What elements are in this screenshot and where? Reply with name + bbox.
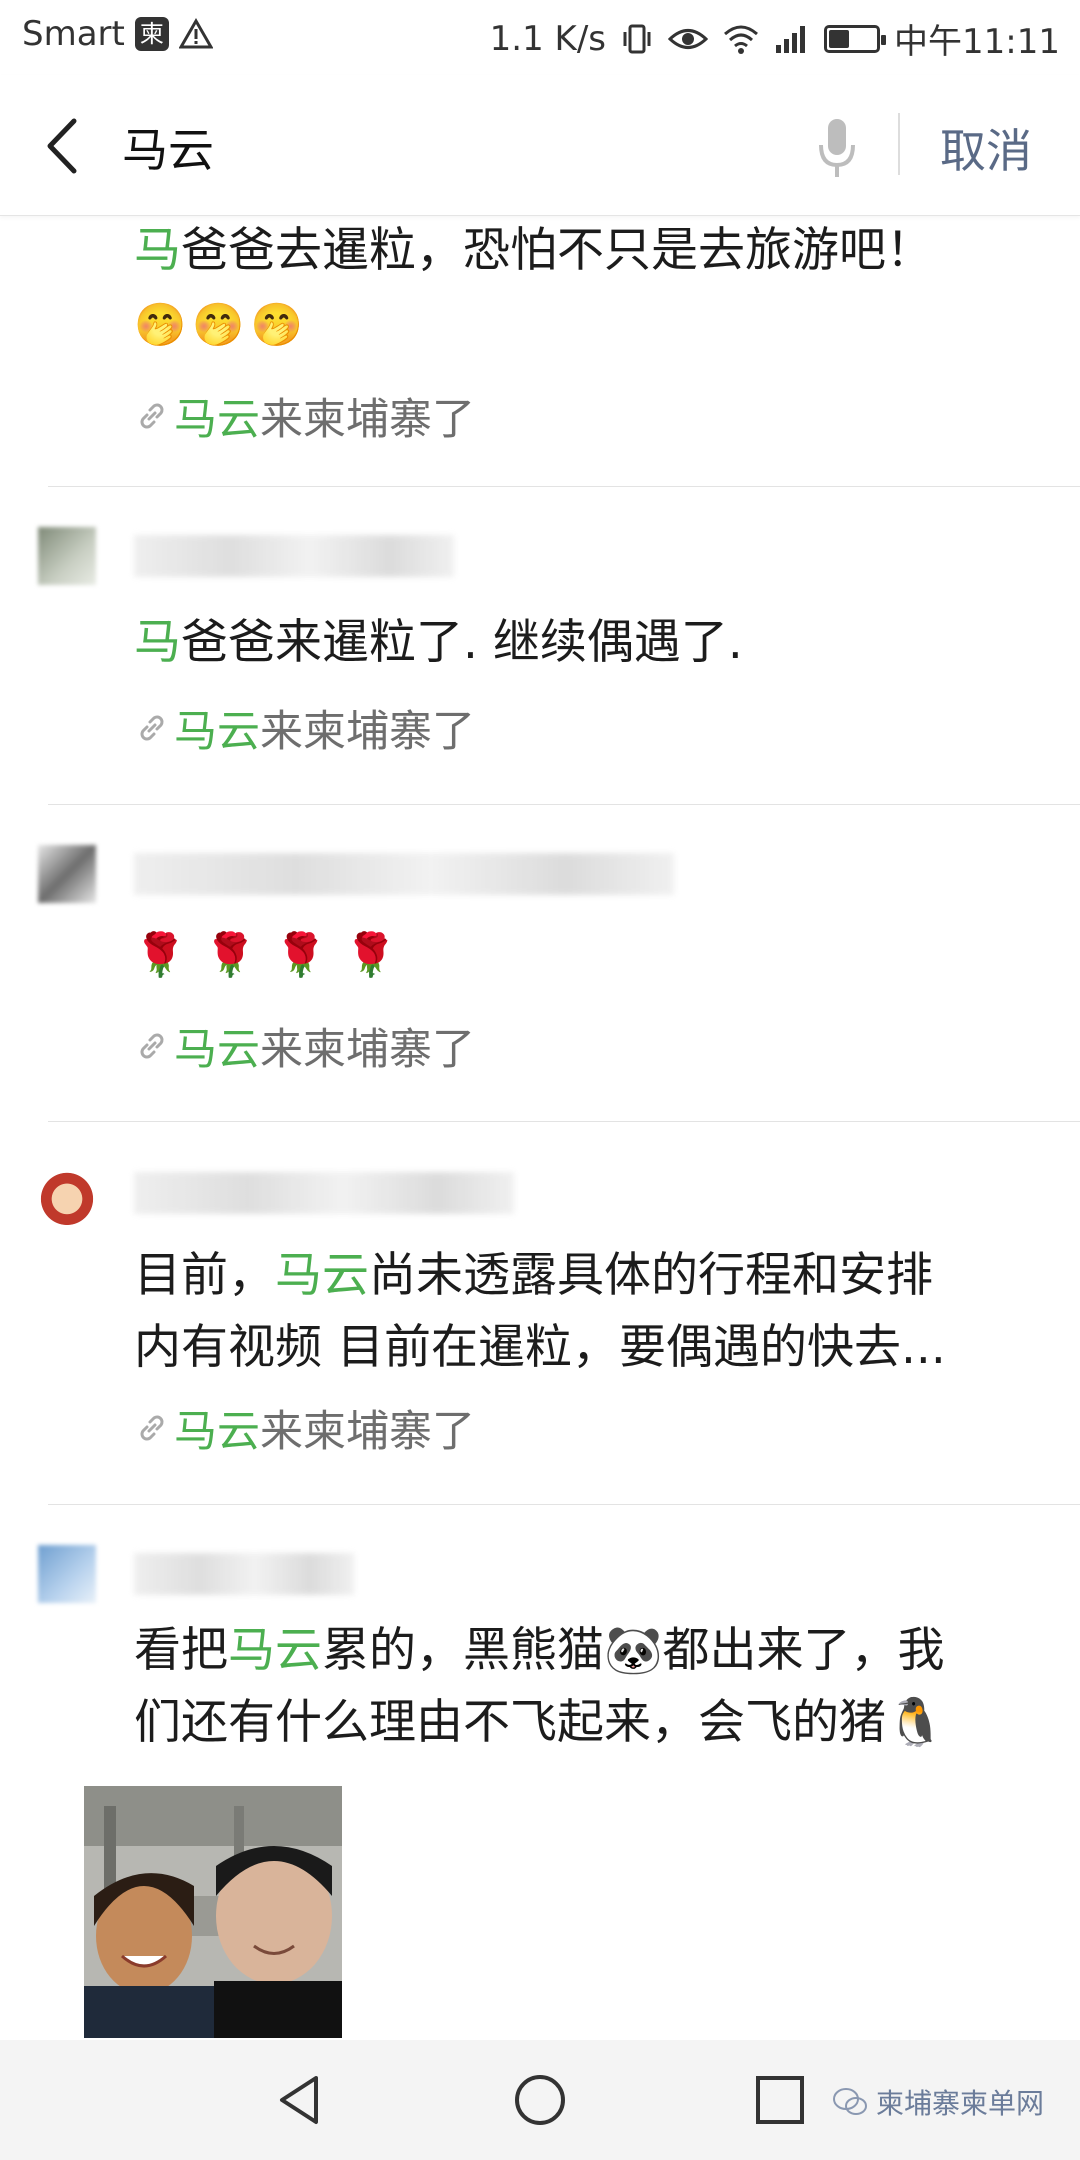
clock: 中午11:11	[894, 22, 1060, 62]
post-text: 马爸爸来暹粒了. 继续偶遇了.	[134, 615, 743, 670]
network-speed: 1.1 K/s	[489, 18, 607, 59]
search-input[interactable]	[120, 111, 804, 183]
navigation-bar: 柬埔寨柬单网	[0, 2040, 1080, 2160]
hand-over-mouth-emoji-icon: 🤭	[250, 300, 303, 349]
avatar[interactable]	[38, 845, 96, 903]
username-blurred	[134, 1172, 514, 1214]
list-item[interactable]: 🌹 🌹 🌹 🌹 马云 来柬埔寨了	[38, 805, 1080, 1122]
post-photo[interactable]	[84, 1786, 342, 2038]
link-icon	[140, 715, 164, 741]
emoji-row: 🌹 🌹 🌹 🌹	[134, 930, 397, 980]
link-icon	[140, 1415, 164, 1441]
avatar[interactable]	[38, 1167, 96, 1225]
emoji-row: 🤭 🤭 🤭	[134, 300, 303, 350]
vibrate-icon	[623, 24, 651, 53]
cancel-button[interactable]: 取消	[940, 115, 1032, 181]
search-bar: 取消	[0, 75, 1080, 216]
back-triangle-icon[interactable]	[272, 2072, 328, 2128]
username-blurred	[134, 853, 674, 895]
hand-over-mouth-emoji-icon: 🤭	[134, 300, 187, 349]
eye-icon	[668, 28, 709, 49]
source-link[interactable]: 马云 来柬埔寨了	[134, 385, 475, 447]
warning-icon	[178, 18, 213, 49]
list-item[interactable]: 马爸爸去暹粒，恐怕不只是去旅游吧！ 🤭 🤭 🤭 马云 来柬埔寨了	[48, 215, 1080, 487]
hand-over-mouth-emoji-icon: 🤭	[192, 300, 245, 349]
avatar[interactable]	[38, 527, 96, 585]
home-circle-icon[interactable]	[512, 2072, 568, 2128]
rose-emoji-icon: 🌹	[344, 930, 398, 979]
microphone-icon[interactable]	[812, 113, 862, 183]
post-text: 马爸爸去暹粒，恐怕不只是去旅游吧！	[134, 223, 933, 278]
wifi-icon	[724, 25, 759, 54]
source-link[interactable]: 马云 来柬埔寨了	[134, 1015, 475, 1077]
source-link[interactable]: 马云 来柬埔寨了	[134, 1397, 475, 1459]
divider	[898, 113, 900, 175]
username-blurred	[134, 1553, 354, 1595]
selfie-photo-icon	[84, 1786, 342, 2038]
status-bar: Smart 柬 1.1 K/s 中午11:11	[0, 0, 1080, 75]
username-blurred	[134, 535, 454, 577]
carrier-label: Smart	[22, 14, 125, 54]
avatar[interactable]	[38, 1545, 96, 1603]
watermark-text: 柬埔寨柬单网	[875, 2087, 1044, 2120]
list-item[interactable]: 马爸爸来暹粒了. 继续偶遇了. 马云 来柬埔寨了	[38, 487, 1080, 805]
link-icon	[140, 403, 164, 429]
list-item[interactable]: 目前，马云尚未透露具体的行程和安排 内有视频 目前在暹粒，要偶遇的快去... 马…	[38, 1122, 1080, 1505]
carrier-badge-icon: 柬	[134, 17, 169, 51]
rose-emoji-icon: 🌹	[134, 930, 187, 979]
source-link[interactable]: 马云 来柬埔寨了	[134, 697, 475, 759]
link-icon	[140, 1033, 164, 1059]
search-results-feed[interactable]: 马爸爸去暹粒，恐怕不只是去旅游吧！ 🤭 🤭 🤭 马云 来柬埔寨了 马爸爸来暹粒了.…	[0, 215, 1080, 2040]
rose-emoji-icon: 🌹	[204, 930, 257, 979]
recents-square-icon[interactable]	[752, 2072, 808, 2128]
battery-icon	[824, 24, 887, 53]
back-arrow-icon[interactable]	[38, 111, 98, 181]
wechat-icon	[832, 2088, 867, 2115]
watermark: 柬埔寨柬单网	[832, 2082, 1044, 2122]
signal-icon	[776, 25, 806, 53]
rose-emoji-icon: 🌹	[274, 930, 327, 979]
post-text: 目前，马云尚未透露具体的行程和安排 内有视频 目前在暹粒，要偶遇的快去...	[134, 1248, 946, 1375]
post-text: 看把马云累的，黑熊猫🐼都出来了，我 们还有什么理由不飞起来，会飞的猪🐧	[134, 1623, 945, 1750]
